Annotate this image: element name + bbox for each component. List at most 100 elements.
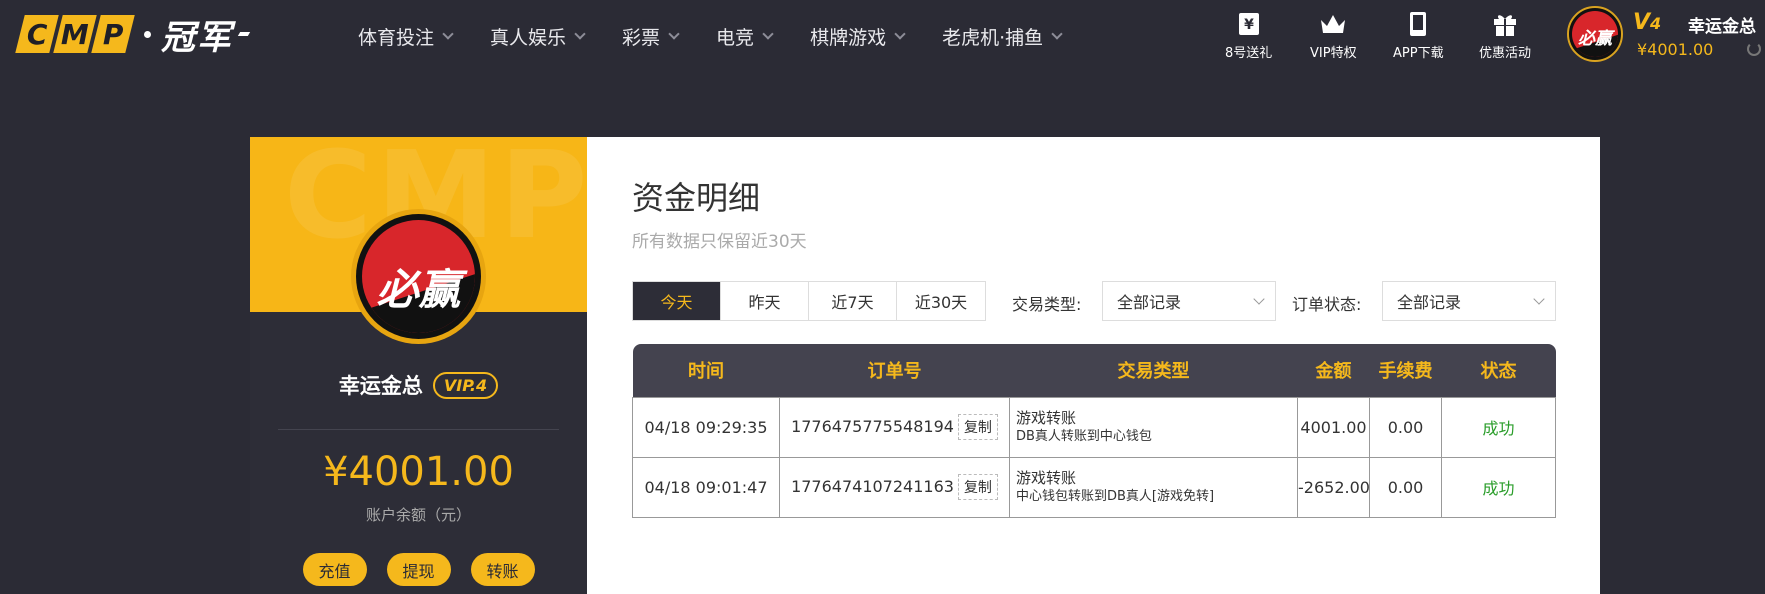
phone-icon xyxy=(1408,10,1428,38)
chevron-down-icon xyxy=(1253,293,1265,305)
quick-link-gift[interactable]: ¥ 8号送礼 xyxy=(1225,10,1272,64)
type-title: 游戏转账 xyxy=(1016,469,1077,487)
svg-text:¥: ¥ xyxy=(1244,17,1254,33)
funds-detail-panel: 资金明细 所有数据只保留近30天 今天 昨天 近7天 近30天 交易类型: 全部… xyxy=(587,137,1600,594)
page-title: 资金明细 xyxy=(632,179,761,217)
quick-link-vip[interactable]: VIP特权 xyxy=(1310,10,1357,64)
tab-last-30-days[interactable]: 近30天 xyxy=(897,282,985,320)
vip-badge: VIP.4 xyxy=(432,371,499,399)
quick-link-label: 优惠活动 xyxy=(1479,46,1532,61)
profile-sidebar: CMP 必赢 幸运金总 VIP.4 ¥4001.00 账户余额（元） 充值 提现… xyxy=(250,137,587,594)
vip-level: V4 xyxy=(1633,10,1661,35)
chevron-down-icon xyxy=(1533,293,1545,305)
profile-username: 幸运金总 xyxy=(338,374,423,398)
deposit-button[interactable]: 充值 xyxy=(302,553,367,586)
cell-time: 04/18 09:29:35 xyxy=(632,396,780,458)
cell-type: 游戏转账中心钱包转账到DB真人[游戏免转] xyxy=(1009,456,1298,518)
nav-label: 真人娱乐 xyxy=(490,26,567,49)
quick-link-label: 8号送礼 xyxy=(1225,46,1273,61)
copy-button[interactable]: 复制 xyxy=(957,414,998,440)
logo-letter: M xyxy=(53,15,97,53)
type-description: DB真人转账到中心钱包 xyxy=(1016,429,1152,444)
quick-link-promotions[interactable]: 优惠活动 xyxy=(1479,10,1531,64)
cell-fee: 0.00 xyxy=(1369,456,1442,518)
table-header-row: 时间 订单号 交易类型 金额 手续费 状态 xyxy=(632,344,1556,397)
nav-label: 彩票 xyxy=(622,26,661,49)
column-header-order: 订单号 xyxy=(867,361,922,383)
column-header-status: 状态 xyxy=(1480,361,1517,383)
profile-user-row: 幸运金总 VIP.4 xyxy=(250,370,587,400)
select-value: 全部记录 xyxy=(1397,293,1462,312)
cell-order: 1776474107241163 复制 xyxy=(779,456,1010,518)
cell-fee: 0.00 xyxy=(1369,396,1442,458)
transaction-type-select[interactable]: 全部记录 xyxy=(1102,281,1276,321)
order-number: 1776475775548194 xyxy=(791,417,954,436)
type-title: 游戏转账 xyxy=(1016,409,1077,427)
avatar-text: 必赢 xyxy=(1578,29,1612,49)
chevron-down-icon xyxy=(894,28,906,40)
yen-gift-icon: ¥ xyxy=(1238,10,1260,38)
column-header-amount: 金额 xyxy=(1315,361,1352,383)
vip-letter: V xyxy=(1633,10,1651,35)
tab-last-7-days[interactable]: 近7天 xyxy=(809,282,897,320)
nav-label: 老虎机·捕鱼 xyxy=(942,26,1044,49)
chevron-down-icon xyxy=(574,28,586,40)
brand-logo[interactable]: C M P 冠军 xyxy=(15,14,251,58)
cell-amount: -2652.00 xyxy=(1297,456,1370,518)
logo-tail xyxy=(237,32,251,36)
column-header-time: 时间 xyxy=(688,361,724,383)
chevron-down-icon xyxy=(668,28,680,40)
refresh-icon[interactable] xyxy=(1747,42,1761,56)
account-balance-label: 账户余额（元） xyxy=(365,506,471,524)
logo-cn-text: 冠军 xyxy=(161,17,233,58)
table-row: 04/18 09:29:35 1776475775548194 复制 游戏转账 DB… xyxy=(632,396,1556,458)
crown-icon xyxy=(1319,10,1347,38)
nav-item-card-games[interactable]: 棋牌游戏 xyxy=(810,23,906,50)
date-range-tabs: 今天 昨天 近7天 近30天 xyxy=(632,281,986,321)
nav-item-esports[interactable]: 电竞 xyxy=(716,23,774,50)
type-description: 中心钱包转账到DB真人[游戏免转] xyxy=(1016,489,1215,504)
main-nav: 体育投注 真人娱乐 彩票 电竞 棋牌游戏 老虎机·捕鱼 xyxy=(358,0,1099,72)
withdraw-button[interactable]: 提现 xyxy=(386,553,451,586)
transactions-table: 时间 订单号 交易类型 金额 手续费 状态 04/18 09:29:35 177… xyxy=(632,344,1556,518)
quick-link-label: VIP特权 xyxy=(1310,46,1357,61)
gift-box-icon xyxy=(1492,10,1518,38)
page-subtitle: 所有数据只保留近30天 xyxy=(632,232,807,252)
wallet-actions: 充值 提现 转账 xyxy=(250,553,587,586)
column-header-fee: 手续费 xyxy=(1378,361,1433,383)
quick-link-app[interactable]: APP下载 xyxy=(1393,10,1444,64)
transaction-type-label: 交易类型: xyxy=(1012,295,1082,314)
cell-status: 成功 xyxy=(1441,396,1556,458)
column-header-type: 交易类型 xyxy=(1117,361,1190,383)
transfer-button[interactable]: 转账 xyxy=(470,553,535,586)
nav-item-live-casino[interactable]: 真人娱乐 xyxy=(490,23,586,50)
nav-item-lottery[interactable]: 彩票 xyxy=(622,23,680,50)
table-row: 04/18 09:01:47 1776474107241163 复制 游戏转账中心… xyxy=(632,456,1556,518)
vip-number: 4 xyxy=(1650,14,1662,33)
chevron-down-icon xyxy=(1051,28,1063,40)
username: 幸运金总 xyxy=(1688,17,1756,37)
avatar-text: 必赢 xyxy=(376,265,461,314)
chevron-down-icon xyxy=(442,28,454,40)
tab-yesterday[interactable]: 昨天 xyxy=(721,282,809,320)
cell-type: 游戏转账 DB真人转账到中心钱包 xyxy=(1009,396,1298,458)
user-summary[interactable]: 必赢 V4 幸运金总 ¥4001.00 xyxy=(1567,4,1765,68)
cell-amount: 4001.00 xyxy=(1297,396,1370,458)
cell-time: 04/18 09:01:47 xyxy=(632,456,780,518)
nav-label: 体育投注 xyxy=(358,26,435,49)
avatar[interactable]: 必赢 xyxy=(1567,6,1623,62)
cell-status: 成功 xyxy=(1441,456,1556,518)
nav-item-sports[interactable]: 体育投注 xyxy=(358,23,454,50)
order-status-select[interactable]: 全部记录 xyxy=(1382,281,1556,321)
quick-link-label: APP下载 xyxy=(1393,46,1444,61)
cell-order: 1776475775548194 复制 xyxy=(779,396,1010,458)
nav-item-slots-fishing[interactable]: 老虎机·捕鱼 xyxy=(942,23,1063,50)
copy-button[interactable]: 复制 xyxy=(957,474,998,500)
tab-today[interactable]: 今天 xyxy=(633,282,721,320)
logo-letter: C xyxy=(15,15,59,53)
top-navbar: C M P 冠军 体育投注 真人娱乐 彩票 电竞 棋牌游戏 老虎机·捕鱼 ¥ 8… xyxy=(0,0,1765,72)
order-status-label: 订单状态: xyxy=(1292,295,1362,314)
logo-letter: P xyxy=(91,15,135,53)
select-value: 全部记录 xyxy=(1117,293,1182,312)
chevron-down-icon xyxy=(762,28,774,40)
